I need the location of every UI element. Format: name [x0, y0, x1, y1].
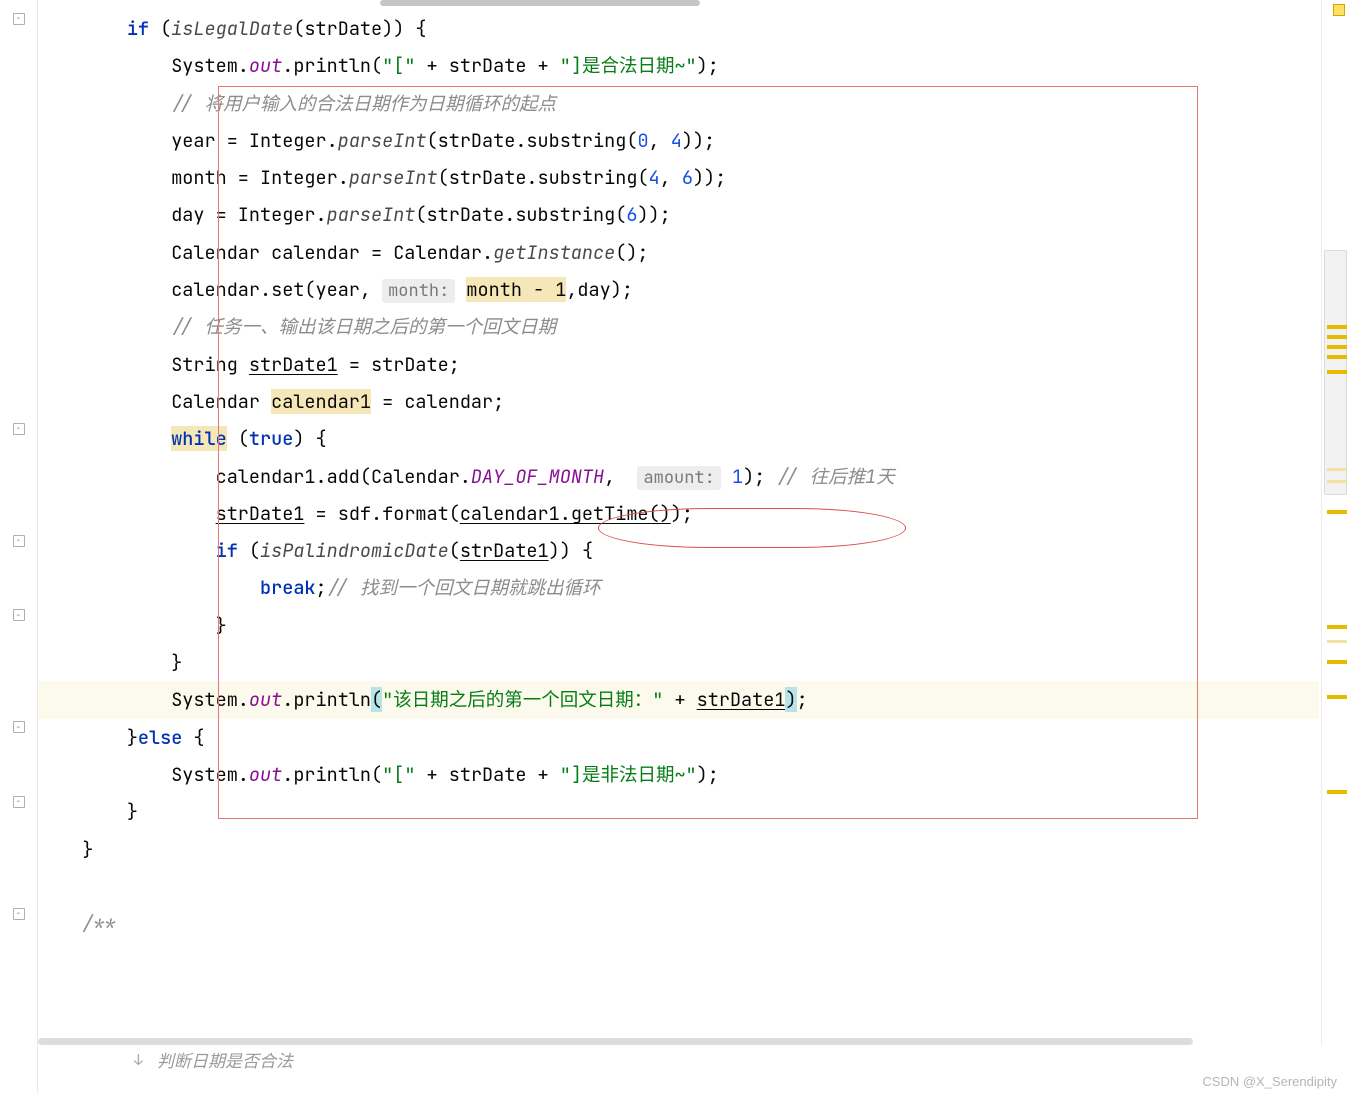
arrow-down-icon: ↓ — [134, 1050, 143, 1070]
comment: // 任务一、输出该日期之后的第一个回文日期 — [171, 314, 556, 339]
hint-text: 判断日期是否合法 — [157, 1047, 293, 1073]
error-stripe-marker[interactable] — [1327, 345, 1347, 349]
error-stripe-status-icon[interactable] — [1333, 4, 1345, 16]
caret-line: System.out.println("该日期之后的第一个回文日期：" + st… — [38, 681, 1319, 718]
keyword-if: if — [127, 16, 149, 41]
error-stripe-marker[interactable] — [1327, 510, 1347, 514]
horizontal-scrollbar[interactable] — [38, 1038, 1321, 1045]
param-hint: month: — [382, 279, 455, 303]
error-stripe-marker[interactable] — [1327, 695, 1347, 699]
fold-marker-icon[interactable]: − — [13, 908, 25, 920]
param-hint: amount: — [637, 466, 720, 490]
keyword-if: if — [216, 538, 238, 563]
error-stripe-marker[interactable] — [1327, 468, 1347, 471]
fold-marker-icon[interactable]: − — [13, 13, 25, 25]
editor[interactable]: if (isLegalDate(strDate)) { System.out.p… — [38, 0, 1319, 1043]
watermark: CSDN @X_Serendipity — [1202, 1074, 1337, 1089]
error-stripe-marker[interactable] — [1327, 640, 1347, 643]
fold-marker-icon[interactable]: − — [13, 796, 25, 808]
keyword-break: break — [260, 575, 316, 600]
error-stripe-marker[interactable] — [1327, 335, 1347, 339]
javadoc-comment: /** — [82, 911, 115, 936]
error-stripe-marker[interactable] — [1327, 480, 1347, 483]
minimap[interactable] — [1321, 0, 1349, 1045]
error-stripe-marker[interactable] — [1327, 660, 1347, 664]
error-stripe-marker[interactable] — [1327, 370, 1347, 374]
error-stripe-marker[interactable] — [1327, 325, 1347, 329]
fold-marker-icon[interactable]: − — [13, 609, 25, 621]
error-stripe-marker[interactable] — [1327, 625, 1347, 629]
fold-marker-icon[interactable]: − — [13, 423, 25, 435]
top-scroll-indicator — [380, 0, 700, 6]
keyword-else: else — [138, 725, 182, 750]
fold-marker-icon[interactable]: − — [13, 721, 25, 733]
error-stripe-marker[interactable] — [1327, 790, 1347, 794]
scrollbar-thumb[interactable] — [38, 1038, 1193, 1045]
keyword-while: while — [171, 426, 227, 451]
comment: // 将用户输入的合法日期作为日期循环的起点 — [171, 91, 556, 116]
fold-marker-icon[interactable]: − — [13, 535, 25, 547]
gutter: − − − − − − − — [0, 0, 38, 1093]
breadcrumb-hint: ↓ 判断日期是否合法 — [38, 1045, 1319, 1075]
error-stripe-marker[interactable] — [1327, 355, 1347, 359]
